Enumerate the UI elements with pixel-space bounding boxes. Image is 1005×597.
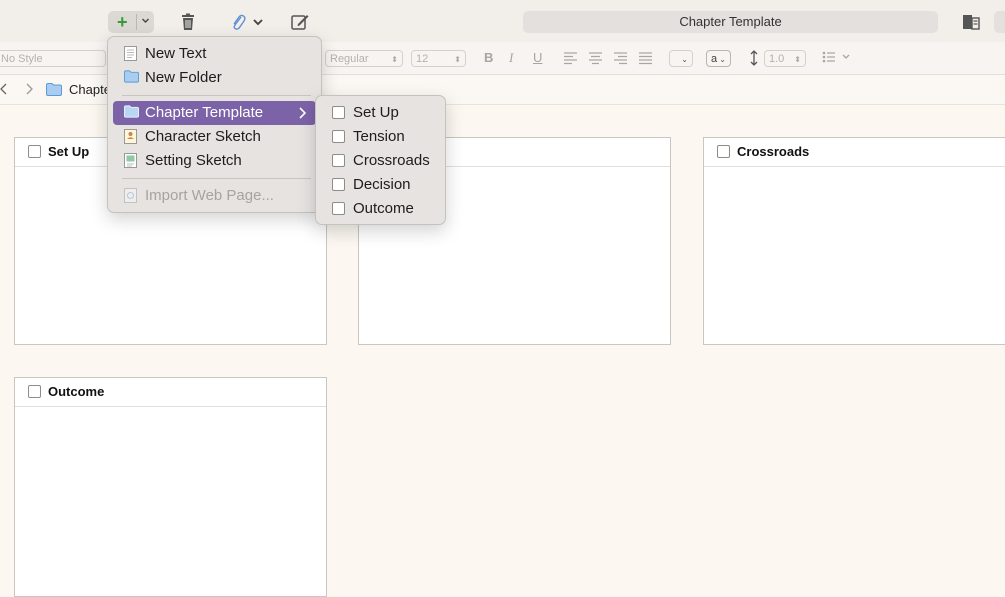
card-checkbox[interactable] xyxy=(717,145,730,158)
add-menu: New Text New Folder Chapter Template Cha… xyxy=(107,36,322,213)
attach-chevron-icon[interactable] xyxy=(252,16,264,28)
menu-item-setting-sketch[interactable]: Setting Sketch xyxy=(113,149,316,173)
menu-item-import-web-page: Import Web Page... xyxy=(113,184,316,208)
style-select[interactable]: No Style xyxy=(0,50,106,67)
document-icon xyxy=(124,46,137,61)
chevron-down-icon[interactable] xyxy=(141,16,150,25)
font-weight-select[interactable]: Regular ⬍ xyxy=(325,50,403,67)
line-spacing-icon xyxy=(750,50,758,66)
back-arrow-icon[interactable] xyxy=(0,83,8,95)
list-icon[interactable] xyxy=(822,51,852,63)
document-icon xyxy=(332,106,345,119)
highlight-color-select[interactable]: ⌄ xyxy=(669,50,693,67)
character-sketch-icon xyxy=(124,129,137,144)
card-title[interactable]: Outcome xyxy=(48,384,104,399)
card-title[interactable]: Crossroads xyxy=(737,144,809,159)
plus-icon: + xyxy=(117,12,128,32)
menu-item-character-sketch[interactable]: Character Sketch xyxy=(113,125,316,149)
document-icon xyxy=(332,202,345,215)
chapter-template-submenu: Set Up Tension Crossroads Decision Outco… xyxy=(315,95,446,225)
submenu-item-decision[interactable]: Decision xyxy=(321,173,440,197)
document-icon xyxy=(332,178,345,191)
add-button[interactable]: + xyxy=(108,11,154,33)
alignment-icons[interactable] xyxy=(562,51,652,65)
submenu-item-crossroads[interactable]: Crossroads xyxy=(321,149,440,173)
inspector-icon[interactable] xyxy=(961,12,981,32)
submenu-item-set-up[interactable]: Set Up xyxy=(321,101,440,125)
forward-arrow-icon[interactable] xyxy=(25,83,33,95)
web-page-icon xyxy=(124,188,137,203)
compose-icon[interactable] xyxy=(290,12,310,32)
chevron-right-icon xyxy=(299,107,306,119)
submenu-item-tension[interactable]: Tension xyxy=(321,125,440,149)
card-title[interactable]: Set Up xyxy=(48,144,89,159)
menu-item-new-text[interactable]: New Text xyxy=(113,42,316,66)
bold-button[interactable]: B xyxy=(484,50,493,65)
menu-item-new-folder[interactable]: New Folder xyxy=(113,66,316,90)
index-card-outcome[interactable]: Outcome xyxy=(14,377,327,597)
italic-button[interactable]: I xyxy=(509,50,513,66)
submenu-item-outcome[interactable]: Outcome xyxy=(321,197,440,221)
folder-icon xyxy=(124,105,139,118)
folder-icon xyxy=(46,83,62,96)
document-icon xyxy=(332,154,345,167)
text-color-select[interactable]: a ⌄ xyxy=(706,50,731,67)
breadcrumb[interactable]: Chapte xyxy=(69,82,111,97)
line-spacing-select[interactable]: 1.0 ⬍ xyxy=(764,50,806,67)
menu-item-chapter-template[interactable]: Chapter Template xyxy=(113,101,316,125)
card-checkbox[interactable] xyxy=(28,385,41,398)
card-checkbox[interactable] xyxy=(28,145,41,158)
setting-sketch-icon xyxy=(124,153,137,168)
search-field-edge[interactable] xyxy=(994,11,1005,33)
document-icon xyxy=(332,130,345,143)
paperclip-icon[interactable] xyxy=(228,12,248,32)
document-title: Chapter Template xyxy=(523,11,938,33)
trash-icon[interactable] xyxy=(178,12,198,32)
font-size-select[interactable]: 12 ⬍ xyxy=(411,50,466,67)
underline-button[interactable]: U xyxy=(533,50,542,65)
index-card-crossroads[interactable]: Crossroads xyxy=(703,137,1005,345)
folder-icon xyxy=(124,70,139,83)
